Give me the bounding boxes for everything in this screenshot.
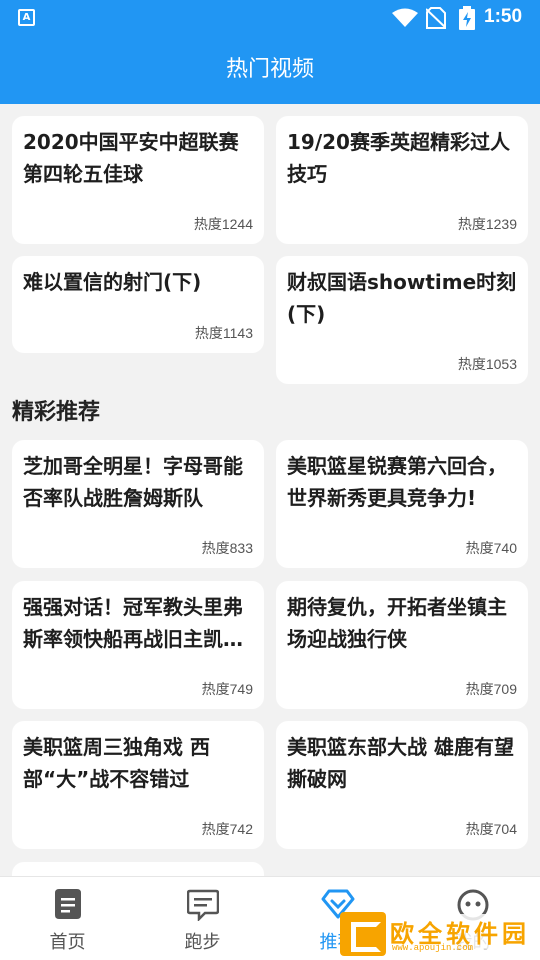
page-title: 热门视频	[225, 57, 314, 82]
content-scroll[interactable]: 2020中国平安中超联赛第四轮五佳球 热度1244 19/20赛季英超精彩过人技…	[0, 104, 540, 876]
no-sim-icon	[426, 7, 446, 29]
message-icon	[186, 889, 219, 921]
status-bar: A 1:50	[0, 0, 540, 36]
status-time: 1:50	[484, 6, 523, 27]
video-title: 美职篮东部大战 雄鹿有望撕破网	[287, 735, 514, 791]
video-title: 19/20赛季英超精彩过人技巧	[287, 130, 510, 186]
recommend-card[interactable]: 强强对话！冠军教头里弗斯率领快船再战旧主凯… 热度749	[12, 581, 264, 709]
video-title: 期待复仇，开拓者坐镇主场迎战独行侠	[287, 595, 507, 651]
tab-label: 首页	[49, 932, 86, 953]
watermark: 欧全软件园 www.apoujin.com	[340, 912, 536, 956]
recommend-card[interactable]: 芝加哥全明星！字母哥能否率队战胜詹姆斯队 热度833	[12, 440, 264, 568]
video-title: 美职篮周三独角戏 西部“大”战不容错过	[23, 735, 210, 791]
video-title: 2020中国平安中超联赛第四轮五佳球	[23, 130, 239, 186]
heat-count: 热度1053	[457, 356, 517, 372]
tab-label: 跑步	[184, 932, 221, 953]
video-title: 强强对话！冠军教头里弗斯率领快船再战旧主凯…	[23, 595, 243, 651]
heat-count: 热度833	[201, 540, 253, 556]
hot-video-card[interactable]: 19/20赛季英超精彩过人技巧 热度1239	[276, 116, 528, 244]
heat-count: 热度1244	[193, 216, 253, 232]
recommend-card[interactable]: 美职篮东部大战 雄鹿有望撕破网 热度704	[276, 721, 528, 849]
heat-count: 热度1239	[457, 216, 517, 232]
battery-charging-icon	[459, 6, 475, 30]
hot-video-card[interactable]: 2020中国平安中超联赛第四轮五佳球 热度1244	[12, 116, 264, 244]
video-title: 美职篮星锐赛第六回合，世界新秀更具竞争力!	[287, 454, 507, 510]
video-title: 难以置信的射门(下)	[23, 270, 202, 294]
recommend-card[interactable]: 期待复仇，开拓者坐镇主场迎战独行侠 热度709	[276, 581, 528, 709]
heat-count: 热度742	[201, 821, 253, 837]
recommend-card[interactable]: 美职篮星锐赛第六回合，世界新秀更具竞争力! 热度740	[276, 440, 528, 568]
heat-count: 热度749	[201, 681, 253, 697]
video-title: 财叔国语showtime时刻(下)	[287, 270, 517, 326]
hot-video-card[interactable]: 财叔国语showtime时刻(下) 热度1053	[276, 256, 528, 384]
recommend-card[interactable]: 美职篮周三独角戏 西部“大”战不容错过 热度742	[12, 721, 264, 849]
recommend-card[interactable]	[12, 862, 264, 876]
app-bar: 热门视频	[0, 36, 540, 104]
watermark-logo-icon	[340, 912, 386, 956]
video-title: 芝加哥全明星！字母哥能否率队战胜詹姆斯队	[23, 454, 243, 510]
heat-count: 热度704	[465, 821, 517, 837]
tab-running[interactable]: 跑步	[135, 877, 270, 960]
heat-count: 热度1143	[194, 325, 253, 341]
heat-count: 热度740	[465, 540, 517, 556]
app-notification-icon: A	[18, 9, 35, 26]
wifi-icon	[392, 8, 418, 27]
tab-home[interactable]: 首页	[0, 877, 135, 960]
watermark-url: www.apoujin.com	[392, 943, 474, 953]
heat-count: 热度709	[465, 681, 517, 697]
section-title: 精彩推荐	[12, 400, 101, 425]
document-icon	[54, 889, 81, 919]
hot-video-card[interactable]: 难以置信的射门(下) 热度1143	[12, 256, 264, 353]
